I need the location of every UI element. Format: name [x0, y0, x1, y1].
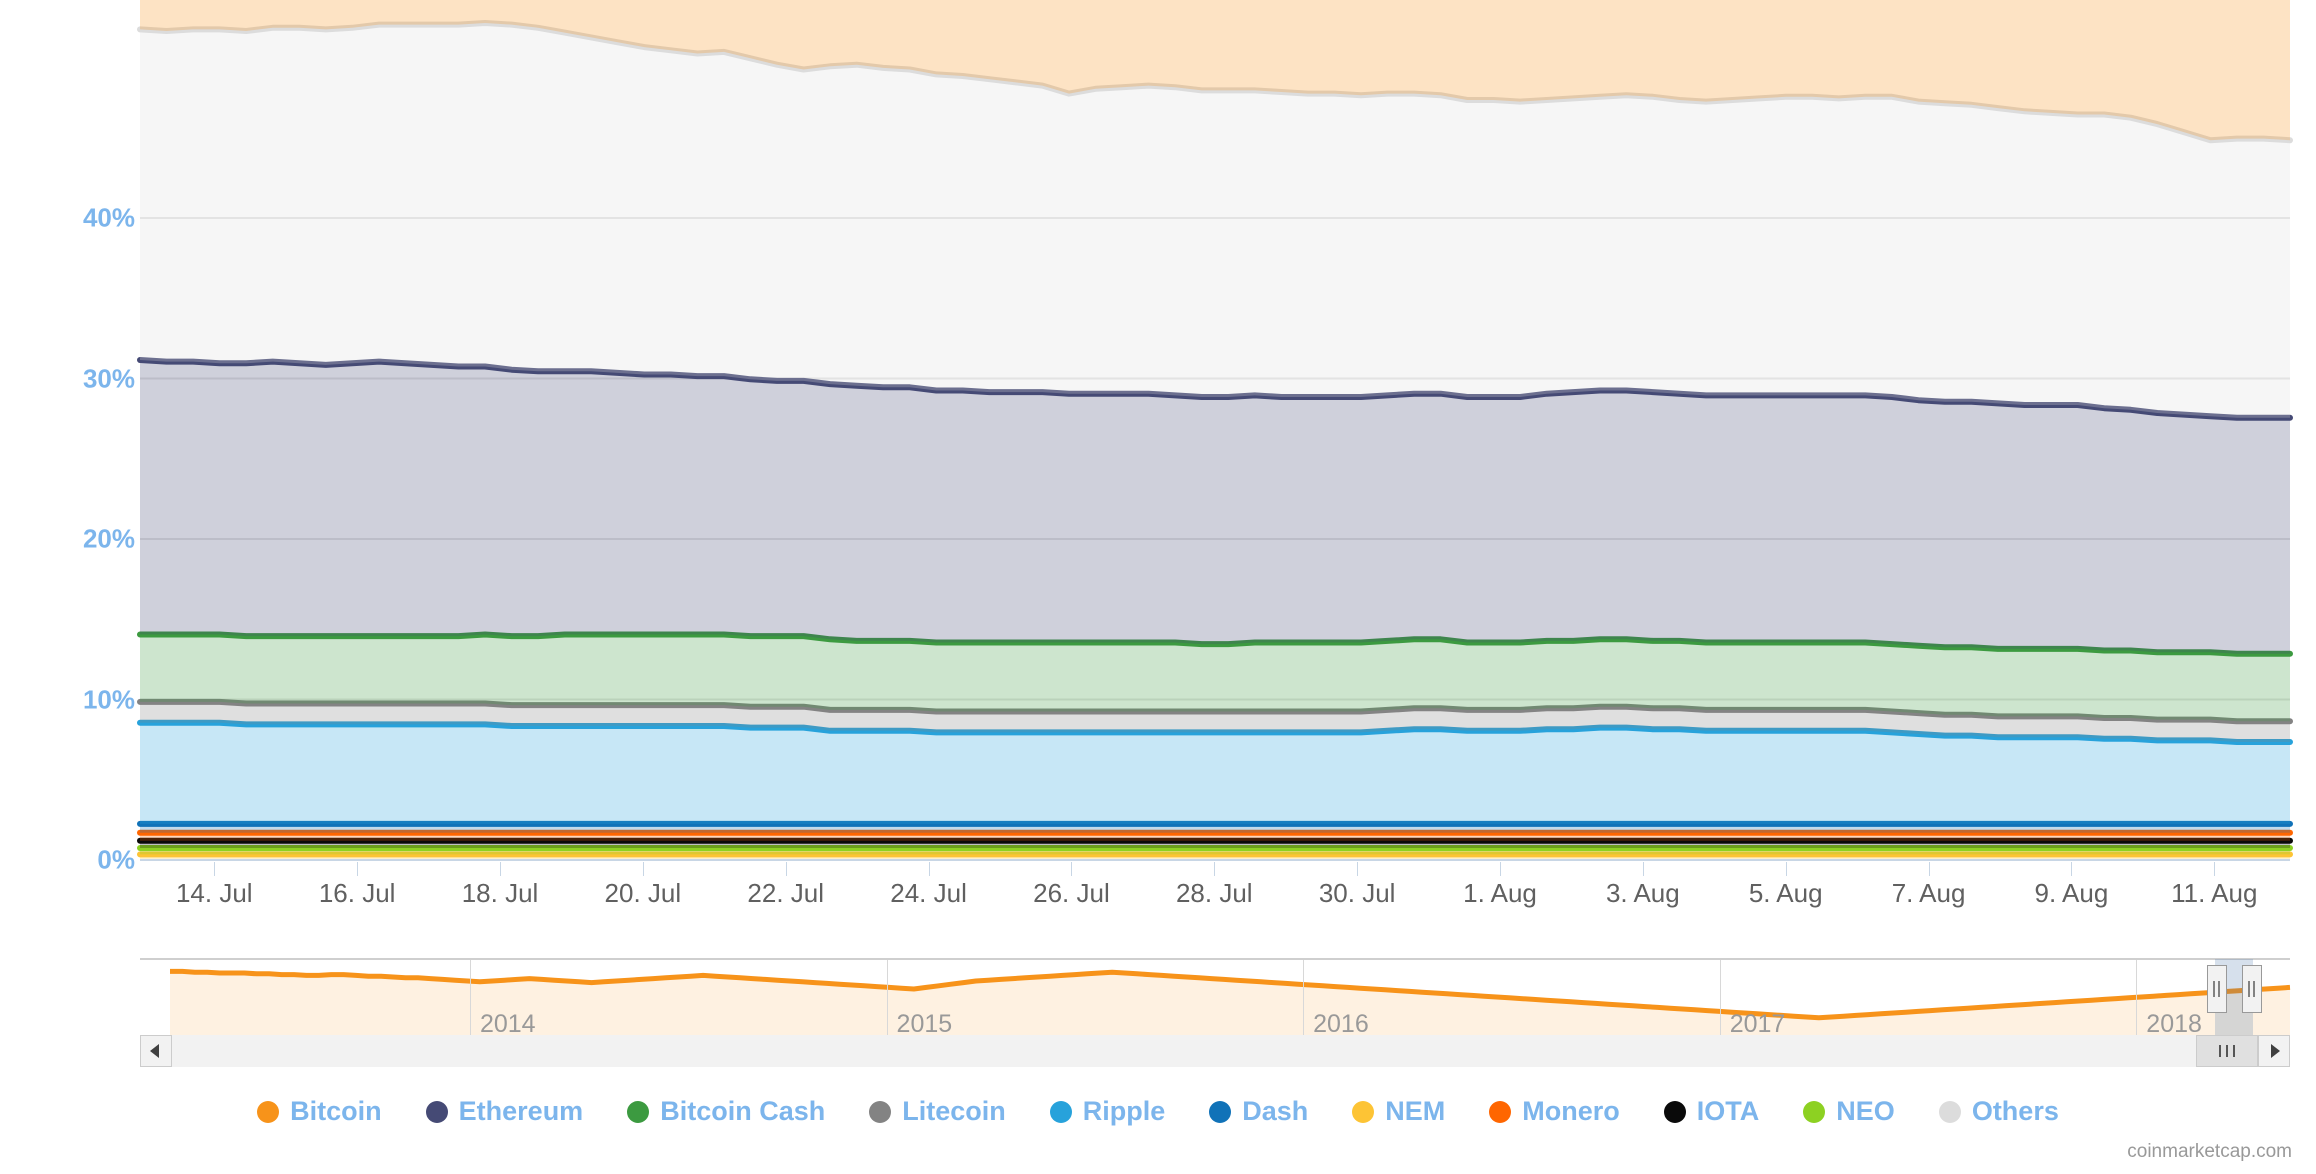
legend-color-dot — [1663, 1100, 1686, 1123]
market-cap-dominance-chart: Percentage of Total Market Cap 0%10%20%3… — [0, 0, 2316, 1174]
legend-item-ripple[interactable]: Ripple — [1049, 1096, 1166, 1127]
x-axis-tick-label: 24. Jul — [890, 878, 967, 908]
legend-item-label: Bitcoin — [290, 1096, 382, 1126]
navigator-handle-left[interactable] — [2207, 965, 2227, 1013]
x-axis-tick-mark — [1500, 862, 1501, 876]
legend-color-dot — [425, 1100, 448, 1123]
thumb-grip-icon — [2219, 1045, 2235, 1057]
legend-item-label: Bitcoin Cash — [660, 1096, 826, 1126]
credits-label: coinmarketcap.com — [2127, 1141, 2292, 1162]
x-axis-tick-label: 20. Jul — [604, 878, 682, 908]
arrow-left-icon — [150, 1044, 159, 1058]
x-axis-tick-mark — [928, 862, 930, 876]
x-axis-tick-label: 22. Jul — [747, 878, 825, 908]
legend-item-litecoin[interactable]: Litecoin — [869, 1096, 1006, 1127]
scroll-right-button[interactable] — [2258, 1035, 2290, 1067]
x-axis-tick-label: 18. Jul — [461, 878, 539, 908]
handle-grip-icon — [2248, 981, 2255, 997]
legend-color-dot — [1352, 1100, 1375, 1123]
legend-color-dot — [869, 1100, 892, 1123]
x-axis-tick-mark — [1928, 862, 1930, 876]
legend-item-label: NEM — [1385, 1096, 1446, 1126]
arrow-right-icon — [2271, 1044, 2280, 1058]
legend-color-dot — [1489, 1100, 1512, 1123]
legend-item-label: Ethereum — [458, 1096, 584, 1126]
legend-color-dot — [1803, 1100, 1826, 1123]
x-axis-tick-mark — [1214, 862, 1216, 876]
legend-item-neo[interactable]: NEO — [1803, 1096, 1895, 1127]
navigator-year-separator — [1719, 960, 1721, 1045]
navigator-handle-right[interactable] — [2242, 965, 2262, 1013]
legend-item-bitcoin[interactable]: Bitcoin — [257, 1096, 382, 1127]
legend-item-label: Ripple — [1082, 1096, 1166, 1126]
legend-item-nem[interactable]: NEM — [1352, 1096, 1445, 1127]
plot-area — [137, 0, 2293, 861]
x-axis-tick-label: 11. Aug — [2171, 878, 2258, 908]
x-axis-tick-mark — [1785, 862, 1787, 876]
legend-item-label: Monero — [1522, 1096, 1620, 1126]
legend-color-dot — [257, 1100, 280, 1123]
x-axis-tick-label: 5. Aug — [1748, 878, 1823, 908]
x-axis-tick-label: 1. Aug — [1463, 878, 1537, 908]
x-axis-tick-mark — [2071, 862, 2073, 876]
x-axis-tick-label: 28. Jul — [1175, 878, 1253, 908]
x-axis-tick-mark — [785, 862, 787, 876]
x-axis-tick-label: 16. Jul — [318, 878, 396, 908]
legend-item-label: Others — [1971, 1096, 2059, 1126]
scroll-left-button[interactable] — [140, 1035, 172, 1067]
legend-item-others[interactable]: Others — [1938, 1096, 2059, 1127]
x-axis-tick-mark — [1071, 862, 1073, 876]
x-axis-tick-mark — [357, 862, 359, 876]
x-axis-tick-mark — [1357, 862, 1359, 876]
legend-color-dot — [1938, 1100, 1961, 1123]
x-axis-tick-label: 30. Jul — [1318, 878, 1396, 908]
x-axis-tick-label: 9. Aug — [2034, 878, 2109, 908]
legend-item-ethereum[interactable]: Ethereum — [425, 1096, 584, 1127]
legend-item-bitcoin-cash[interactable]: Bitcoin Cash — [627, 1096, 825, 1127]
x-axis-tick-label: 14. Jul — [175, 878, 253, 908]
navigator-year-separator — [1303, 960, 1305, 1045]
legend-item-label: Litecoin — [902, 1096, 1006, 1126]
legend-item-monero[interactable]: Monero — [1489, 1096, 1620, 1127]
x-axis-tick-mark — [642, 862, 644, 876]
x-axis-tick-mark — [214, 862, 216, 876]
legend-color-dot — [1209, 1100, 1232, 1123]
x-axis-tick-mark — [500, 862, 501, 876]
x-axis-tick-label: 3. Aug — [1605, 878, 1680, 908]
chart-legend: Bitcoin Ethereum Bitcoin Cash Litecoin Rippl… — [0, 1096, 2316, 1127]
scrollbar-thumb[interactable] — [2196, 1035, 2258, 1067]
navigator-year-separator — [886, 960, 888, 1045]
handle-grip-icon — [2213, 981, 2220, 997]
legend-item-iota[interactable]: IOTA — [1663, 1096, 1760, 1127]
x-axis-tick-mark — [2214, 862, 2216, 876]
scrollbar-track[interactable] — [140, 1035, 2290, 1067]
legend-item-label: Dash — [1242, 1096, 1309, 1126]
legend-item-dash[interactable]: Dash — [1209, 1096, 1308, 1127]
legend-item-label: IOTA — [1696, 1096, 1760, 1126]
x-axis-tick-label: 7. Aug — [1891, 878, 1966, 908]
legend-color-dot — [627, 1100, 650, 1123]
x-axis-tick-mark — [1642, 862, 1644, 876]
navigator-year-separator — [469, 960, 471, 1045]
x-axis-tick-label: 26. Jul — [1033, 878, 1110, 908]
legend-color-dot — [1049, 1100, 1072, 1123]
navigator-year-separator — [2136, 960, 2138, 1045]
legend-item-label: NEO — [1836, 1096, 1895, 1126]
